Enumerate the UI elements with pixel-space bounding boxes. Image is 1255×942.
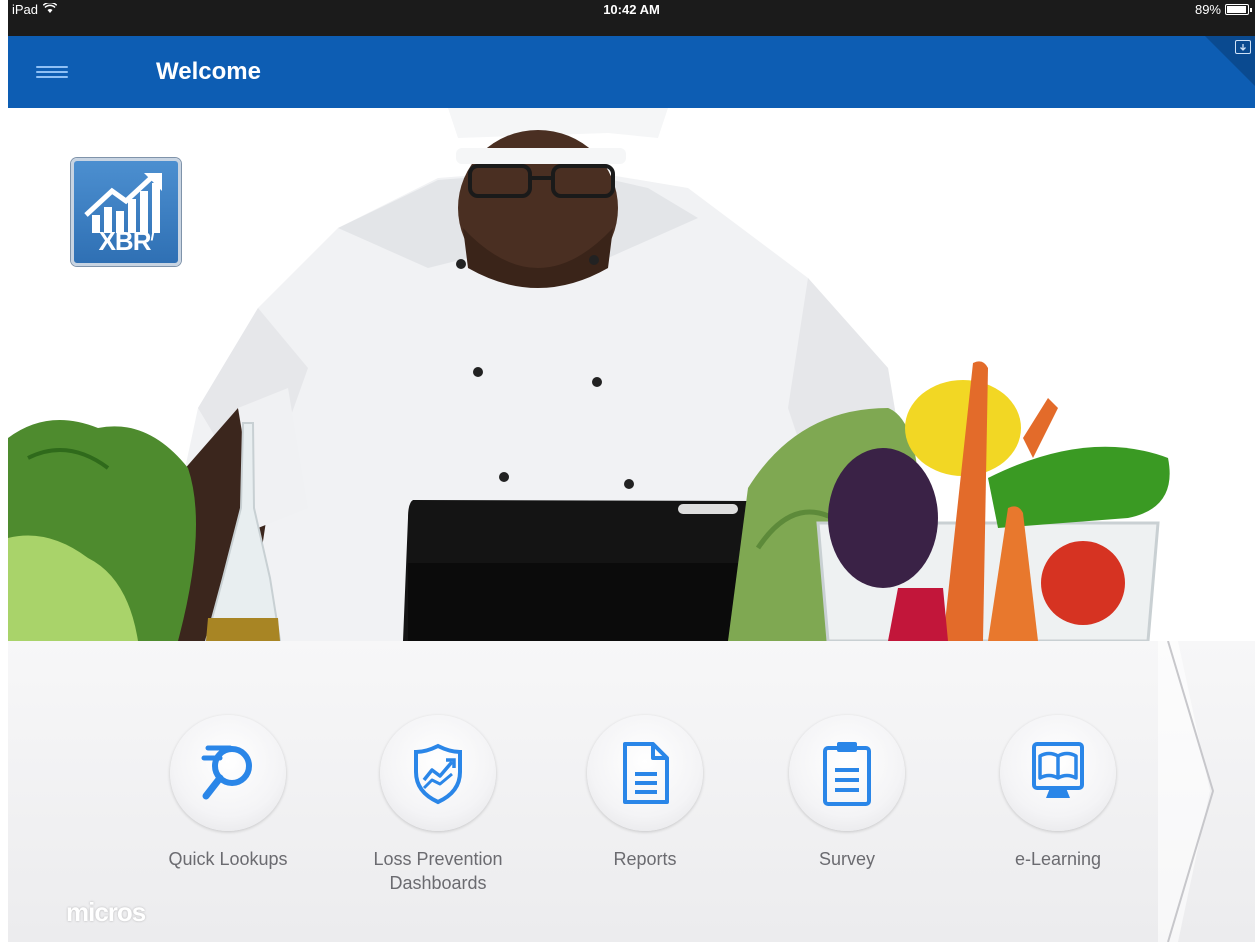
hero-image: XBRi: [8, 108, 1255, 641]
battery-percent: 89%: [1194, 2, 1221, 17]
menu-panel: Quick Lookups Loss Prevention Dashboards: [8, 641, 1255, 942]
monitor-book-icon: [1032, 742, 1084, 798]
menu-circle[interactable]: [380, 715, 496, 831]
menu-item-reports[interactable]: Reports: [560, 715, 730, 871]
menu-circle[interactable]: [1000, 715, 1116, 831]
menu-item-loss-prevention-dashboards[interactable]: Loss Prevention Dashboards: [353, 715, 523, 895]
menu-circle[interactable]: [587, 715, 703, 831]
clipboard-icon: [823, 742, 871, 806]
menu-circle[interactable]: [789, 715, 905, 831]
logo-text: XBRi: [98, 226, 155, 256]
page-title: Welcome: [156, 58, 261, 85]
menu-circle[interactable]: [170, 715, 286, 831]
menu-label: Reports: [613, 849, 677, 869]
app-frame: iPad 10:42 AM 89% Welcome XBRi Quick Loo…: [8, 0, 1255, 942]
menu-label: e-Learning: [1014, 849, 1102, 869]
xbri-logo: XBRi: [71, 158, 181, 266]
chef-illustration: [8, 108, 1170, 641]
micros-brand-logo: micros: [66, 897, 146, 927]
download-icon[interactable]: [1235, 40, 1251, 54]
menu-label: Survey: [818, 849, 876, 869]
menu-icon[interactable]: [36, 64, 68, 80]
status-time: 10:42 AM: [603, 2, 660, 17]
next-page-chevron-icon[interactable]: [1158, 641, 1255, 942]
menu-item-survey[interactable]: Survey: [762, 715, 932, 871]
document-icon: [623, 742, 669, 804]
magnifier-icon: [201, 745, 252, 800]
status-bar: iPad 10:42 AM 89%: [8, 0, 1255, 36]
navigation-bar: Welcome: [8, 36, 1255, 108]
menu-label: Loss Prevention Dashboards: [373, 849, 503, 893]
menu-label: Quick Lookups: [168, 849, 288, 869]
menu-item-quick-lookups[interactable]: Quick Lookups: [143, 715, 313, 871]
shield-chart-icon: [414, 743, 462, 805]
menu-item-e-learning[interactable]: e-Learning: [973, 715, 1143, 871]
battery-icon: [1225, 4, 1252, 15]
